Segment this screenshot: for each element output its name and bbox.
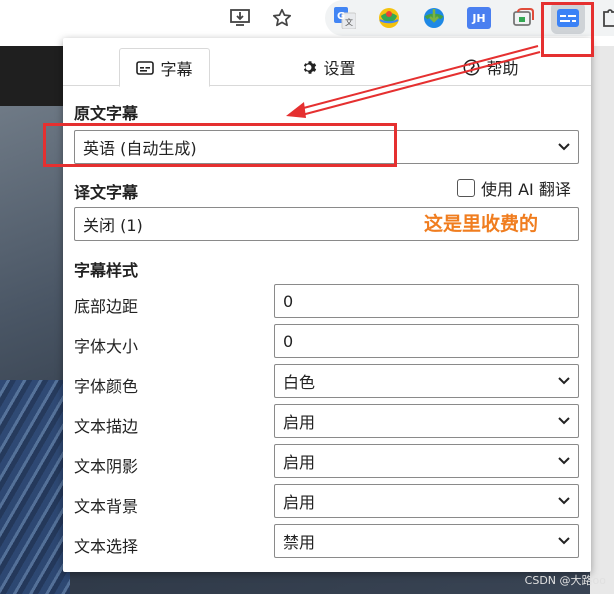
annotation-box-extension (541, 2, 594, 57)
google-translate-icon[interactable]: G文 (332, 5, 358, 31)
style-row-label: 文本阴影 (74, 457, 139, 476)
globe-extension-icon[interactable] (376, 5, 402, 31)
ai-translate-label: 使用 AI 翻译 (481, 180, 571, 199)
gear-icon (304, 60, 317, 74)
style-row-label: 文本选择 (74, 537, 139, 556)
tab-help[interactable]: 帮助 (451, 48, 531, 86)
chevron-down-icon (558, 377, 570, 385)
csdn-watermark: CSDN @大路oo (524, 574, 606, 587)
tab-label: 帮助 (486, 59, 519, 78)
chevron-down-icon (558, 457, 570, 465)
style-row-label: 文本描边 (74, 417, 139, 436)
ai-translate-checkbox[interactable] (457, 179, 475, 197)
bookmark-star-icon[interactable] (268, 4, 296, 32)
translated-subtitle-value: 关闭 (1) (83, 216, 143, 235)
annotation-box-original-select (43, 123, 397, 167)
subtitles-icon (136, 60, 155, 75)
tab-settings[interactable]: 设置 (288, 48, 368, 86)
style-row-label: 文本背景 (74, 497, 139, 516)
text-selection-select[interactable]: 禁用 (274, 524, 579, 558)
font-size-input[interactable]: 0 (274, 324, 579, 358)
video-figure-shirt (0, 380, 70, 594)
browser-toolbar: G文 JH (0, 0, 614, 36)
svg-text:G: G (337, 11, 345, 22)
svg-text:文: 文 (345, 17, 353, 27)
popup-tab-bar: 字幕 设置 帮助 (63, 48, 591, 87)
cast-tab-icon[interactable] (510, 5, 536, 31)
text-background-value: 启用 (283, 493, 316, 512)
chevron-down-icon (558, 143, 570, 151)
page-right-edge (590, 46, 614, 594)
tab-label: 设置 (323, 59, 356, 78)
ai-translate-toggle[interactable]: 使用 AI 翻译 (457, 176, 571, 200)
puzzle-extensions-icon[interactable] (598, 5, 614, 31)
tab-label: 字幕 (160, 59, 193, 79)
font-size-value: 0 (283, 331, 294, 351)
help-icon (463, 59, 480, 75)
download-globe-icon[interactable] (421, 5, 447, 31)
style-row-label: 字体颜色 (74, 377, 139, 396)
original-subtitle-title: 原文字幕 (74, 104, 139, 123)
bottom-margin-input[interactable]: 0 (274, 284, 579, 318)
chevron-down-icon (558, 417, 570, 425)
style-row-label: 字体大小 (74, 337, 139, 356)
chevron-down-icon (558, 537, 570, 545)
translated-subtitle-title: 译文字幕 (74, 183, 139, 202)
style-row-label: 底部边距 (74, 297, 139, 316)
text-background-select[interactable]: 启用 (274, 484, 579, 518)
jh-extension-icon[interactable]: JH (466, 5, 492, 31)
annotation-note: 这是里收费的 (424, 213, 539, 235)
font-color-value: 白色 (283, 373, 316, 392)
text-shadow-value: 启用 (283, 453, 316, 472)
tab-subtitles[interactable]: 字幕 (119, 48, 210, 87)
install-app-icon[interactable] (226, 4, 254, 32)
chevron-down-icon (558, 497, 570, 505)
subtitle-extension-popup: 字幕 设置 帮助 原文字幕 英语 (自动生成) 译文字幕 使用 AI 翻译 关闭… (63, 38, 591, 572)
text-shadow-select[interactable]: 启用 (274, 444, 579, 478)
text-outline-value: 启用 (283, 413, 316, 432)
subtitle-style-title: 字幕样式 (74, 261, 139, 280)
font-color-select[interactable]: 白色 (274, 364, 579, 398)
text-outline-select[interactable]: 启用 (274, 404, 579, 438)
text-selection-value: 禁用 (283, 533, 316, 552)
bottom-margin-value: 0 (283, 291, 294, 311)
